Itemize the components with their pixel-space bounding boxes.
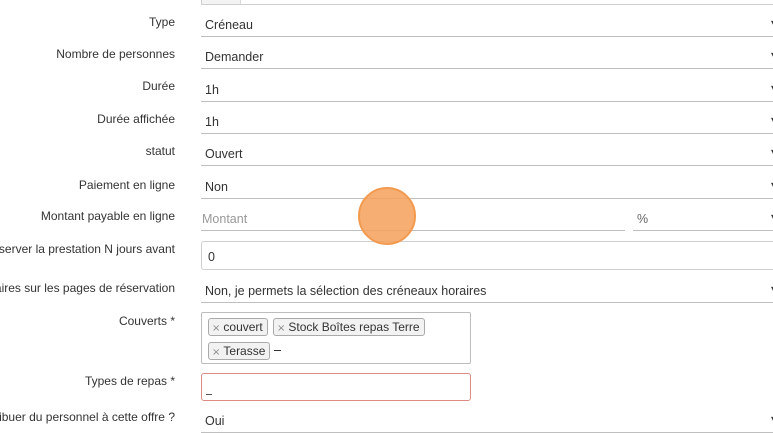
reserve-days-input[interactable]: 0 <box>201 241 773 270</box>
type-value: Créneau <box>205 18 253 32</box>
amount-unit-select[interactable]: % ▾ <box>633 208 773 231</box>
staff-label: ribuer du personnel à cette offre ? <box>0 410 175 424</box>
online-payment-select[interactable]: Non ▾ <box>201 176 773 199</box>
tag-terasse: × Terasse <box>208 342 271 360</box>
reserve-days-value: 0 <box>208 250 215 264</box>
remove-tag-icon[interactable]: × <box>277 323 285 334</box>
tag-label: Stock Boîtes repas Terre <box>288 320 420 334</box>
staff-select[interactable]: Oui ▾ <box>201 410 773 433</box>
displayed-duration-select[interactable]: 1h ▾ <box>201 111 773 134</box>
online-payment-value: Non <box>205 180 228 194</box>
tag-label: Terasse <box>223 344 266 358</box>
text-cursor <box>206 394 212 395</box>
tag-stock-boites: × Stock Boîtes repas Terre <box>273 318 425 336</box>
duration-label: Durée <box>142 79 175 93</box>
remove-tag-icon[interactable]: × <box>212 347 220 358</box>
amount-placeholder: Montant <box>202 212 248 226</box>
description-textarea[interactable]: ⁄⁄ <box>201 0 773 5</box>
time-slots-select[interactable]: Non, je permets la sélection des créneau… <box>201 280 773 303</box>
time-slots-value: Non, je permets la sélection des créneau… <box>205 284 487 298</box>
tag-couvert: × couvert <box>208 318 268 336</box>
staff-value: Oui <box>205 414 225 428</box>
people-value: Demander <box>205 50 264 64</box>
duration-value: 1h <box>205 83 219 97</box>
covers-label: Couverts * <box>118 314 175 328</box>
resize-handle-icon[interactable]: ⁄⁄ <box>769 0 772 2</box>
amount-unit-value: % <box>637 212 649 226</box>
tag-label: couvert <box>223 320 263 334</box>
amount-label: Montant payable en ligne <box>40 209 175 223</box>
time-slots-label: aires sur les pages de réservation <box>0 281 175 295</box>
people-label: Nombre de personnes <box>56 47 175 61</box>
status-select[interactable]: Ouvert ▾ <box>201 143 773 166</box>
remove-tag-icon[interactable]: × <box>212 323 220 334</box>
covers-multiselect[interactable]: × couvert × Stock Boîtes repas Terre × Tera… <box>201 312 471 364</box>
click-indicator <box>358 187 416 245</box>
meal-types-input[interactable] <box>201 373 471 401</box>
type-label: Type <box>148 15 175 29</box>
duration-select[interactable]: 1h ▾ <box>201 79 773 102</box>
reserve-days-label: éserver la prestation N jours avant <box>0 242 175 256</box>
status-label: statut <box>145 144 175 158</box>
type-select[interactable]: Créneau ▾ <box>201 14 773 37</box>
status-value: Ouvert <box>205 147 243 161</box>
meal-types-label: Types de repas * <box>84 374 175 388</box>
displayed-duration-label: Durée affichée <box>97 112 175 126</box>
online-payment-label: Paiement en ligne <box>78 178 175 192</box>
text-cursor <box>274 350 281 351</box>
displayed-duration-value: 1h <box>205 115 219 129</box>
textarea-gutter <box>202 0 241 4</box>
people-select[interactable]: Demander ▾ <box>201 46 773 69</box>
